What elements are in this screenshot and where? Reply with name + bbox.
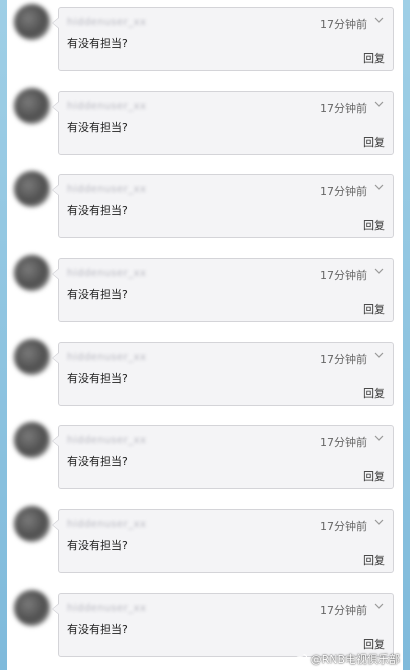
avatar[interactable] (14, 88, 50, 124)
left-window-edge (0, 0, 7, 670)
comment-bubble: hiddenuser_xx 17分钟前 有没有担当? 回复 (52, 258, 394, 322)
avatar[interactable] (14, 506, 50, 542)
chevron-down-icon[interactable] (373, 600, 385, 612)
comment-username[interactable]: hiddenuser_xx (67, 435, 146, 446)
comment-item: hiddenuser_xx 17分钟前 有没有担当? 回复 (7, 167, 403, 251)
comment-text: 有没有担当? (67, 204, 128, 217)
comment-bubble: hiddenuser_xx 17分钟前 有没有担当? 回复 (52, 7, 394, 71)
comment-item: hiddenuser_xx 17分钟前 有没有担当? 回复 (7, 418, 403, 502)
reply-button[interactable]: 回复 (363, 217, 385, 233)
comment-bubble: hiddenuser_xx 17分钟前 有没有担当? 回复 (52, 425, 394, 489)
comment-time: 17分钟前 (320, 520, 367, 533)
avatar[interactable] (14, 339, 50, 375)
comment-time: 17分钟前 (320, 18, 367, 31)
comment-item: hiddenuser_xx 17分钟前 有没有担当? 回复 (7, 335, 403, 419)
chevron-down-icon[interactable] (373, 432, 385, 444)
comment-username[interactable]: hiddenuser_xx (67, 101, 146, 112)
comment-time: 17分钟前 (320, 269, 367, 282)
comment-feed: hiddenuser_xx 17分钟前 有没有担当? 回复 hiddenuser… (7, 0, 403, 670)
watermark: @RNB电视俱乐部 (293, 651, 400, 667)
watermark-text: @RNB电视俱乐部 (310, 653, 400, 666)
comment-time: 17分钟前 (320, 436, 367, 449)
comment-username[interactable]: hiddenuser_xx (67, 268, 146, 279)
reply-button[interactable]: 回复 (363, 552, 385, 568)
avatar[interactable] (14, 422, 50, 458)
comment-item: hiddenuser_xx 17分钟前 有没有担当? 回复 (7, 0, 403, 84)
comment-text: 有没有担当? (67, 623, 128, 636)
comment-username[interactable]: hiddenuser_xx (67, 603, 146, 614)
comment-bubble: hiddenuser_xx 17分钟前 有没有担当? 回复 (52, 509, 394, 573)
comment-username[interactable]: hiddenuser_xx (67, 184, 146, 195)
chevron-down-icon[interactable] (373, 181, 385, 193)
comment-text: 有没有担当? (67, 455, 128, 468)
comment-bubble: hiddenuser_xx 17分钟前 有没有担当? 回复 (52, 342, 394, 406)
chevron-down-icon[interactable] (373, 265, 385, 277)
weibo-icon (293, 653, 307, 665)
comment-time: 17分钟前 (320, 604, 367, 617)
comment-text: 有没有担当? (67, 539, 128, 552)
comment-text: 有没有担当? (67, 121, 128, 134)
chevron-down-icon[interactable] (373, 98, 385, 110)
reply-button[interactable]: 回复 (363, 301, 385, 317)
chevron-down-icon[interactable] (373, 14, 385, 26)
comment-time: 17分钟前 (320, 353, 367, 366)
comment-text: 有没有担当? (67, 372, 128, 385)
chevron-down-icon[interactable] (373, 516, 385, 528)
comment-bubble: hiddenuser_xx 17分钟前 有没有担当? 回复 (52, 91, 394, 155)
comment-text: 有没有担当? (67, 37, 128, 50)
avatar[interactable] (14, 4, 50, 40)
comment-username[interactable]: hiddenuser_xx (67, 519, 146, 530)
comment-item: hiddenuser_xx 17分钟前 有没有担当? 回复 (7, 502, 403, 586)
right-window-edge (403, 0, 410, 670)
reply-button[interactable]: 回复 (363, 468, 385, 484)
comment-bubble: hiddenuser_xx 17分钟前 有没有担当? 回复 (52, 174, 394, 238)
reply-button[interactable]: 回复 (363, 134, 385, 150)
reply-button[interactable]: 回复 (363, 385, 385, 401)
comment-time: 17分钟前 (320, 185, 367, 198)
reply-button[interactable]: 回复 (363, 636, 385, 652)
comment-text: 有没有担当? (67, 288, 128, 301)
comment-bubble: hiddenuser_xx 17分钟前 有没有担当? 回复 (52, 593, 394, 657)
comment-time: 17分钟前 (320, 102, 367, 115)
comment-username[interactable]: hiddenuser_xx (67, 17, 146, 28)
comment-item: hiddenuser_xx 17分钟前 有没有担当? 回复 (7, 84, 403, 168)
comment-item: hiddenuser_xx 17分钟前 有没有担当? 回复 (7, 251, 403, 335)
chevron-down-icon[interactable] (373, 349, 385, 361)
avatar[interactable] (14, 590, 50, 626)
reply-button[interactable]: 回复 (363, 50, 385, 66)
avatar[interactable] (14, 255, 50, 291)
avatar[interactable] (14, 171, 50, 207)
comment-username[interactable]: hiddenuser_xx (67, 352, 146, 363)
